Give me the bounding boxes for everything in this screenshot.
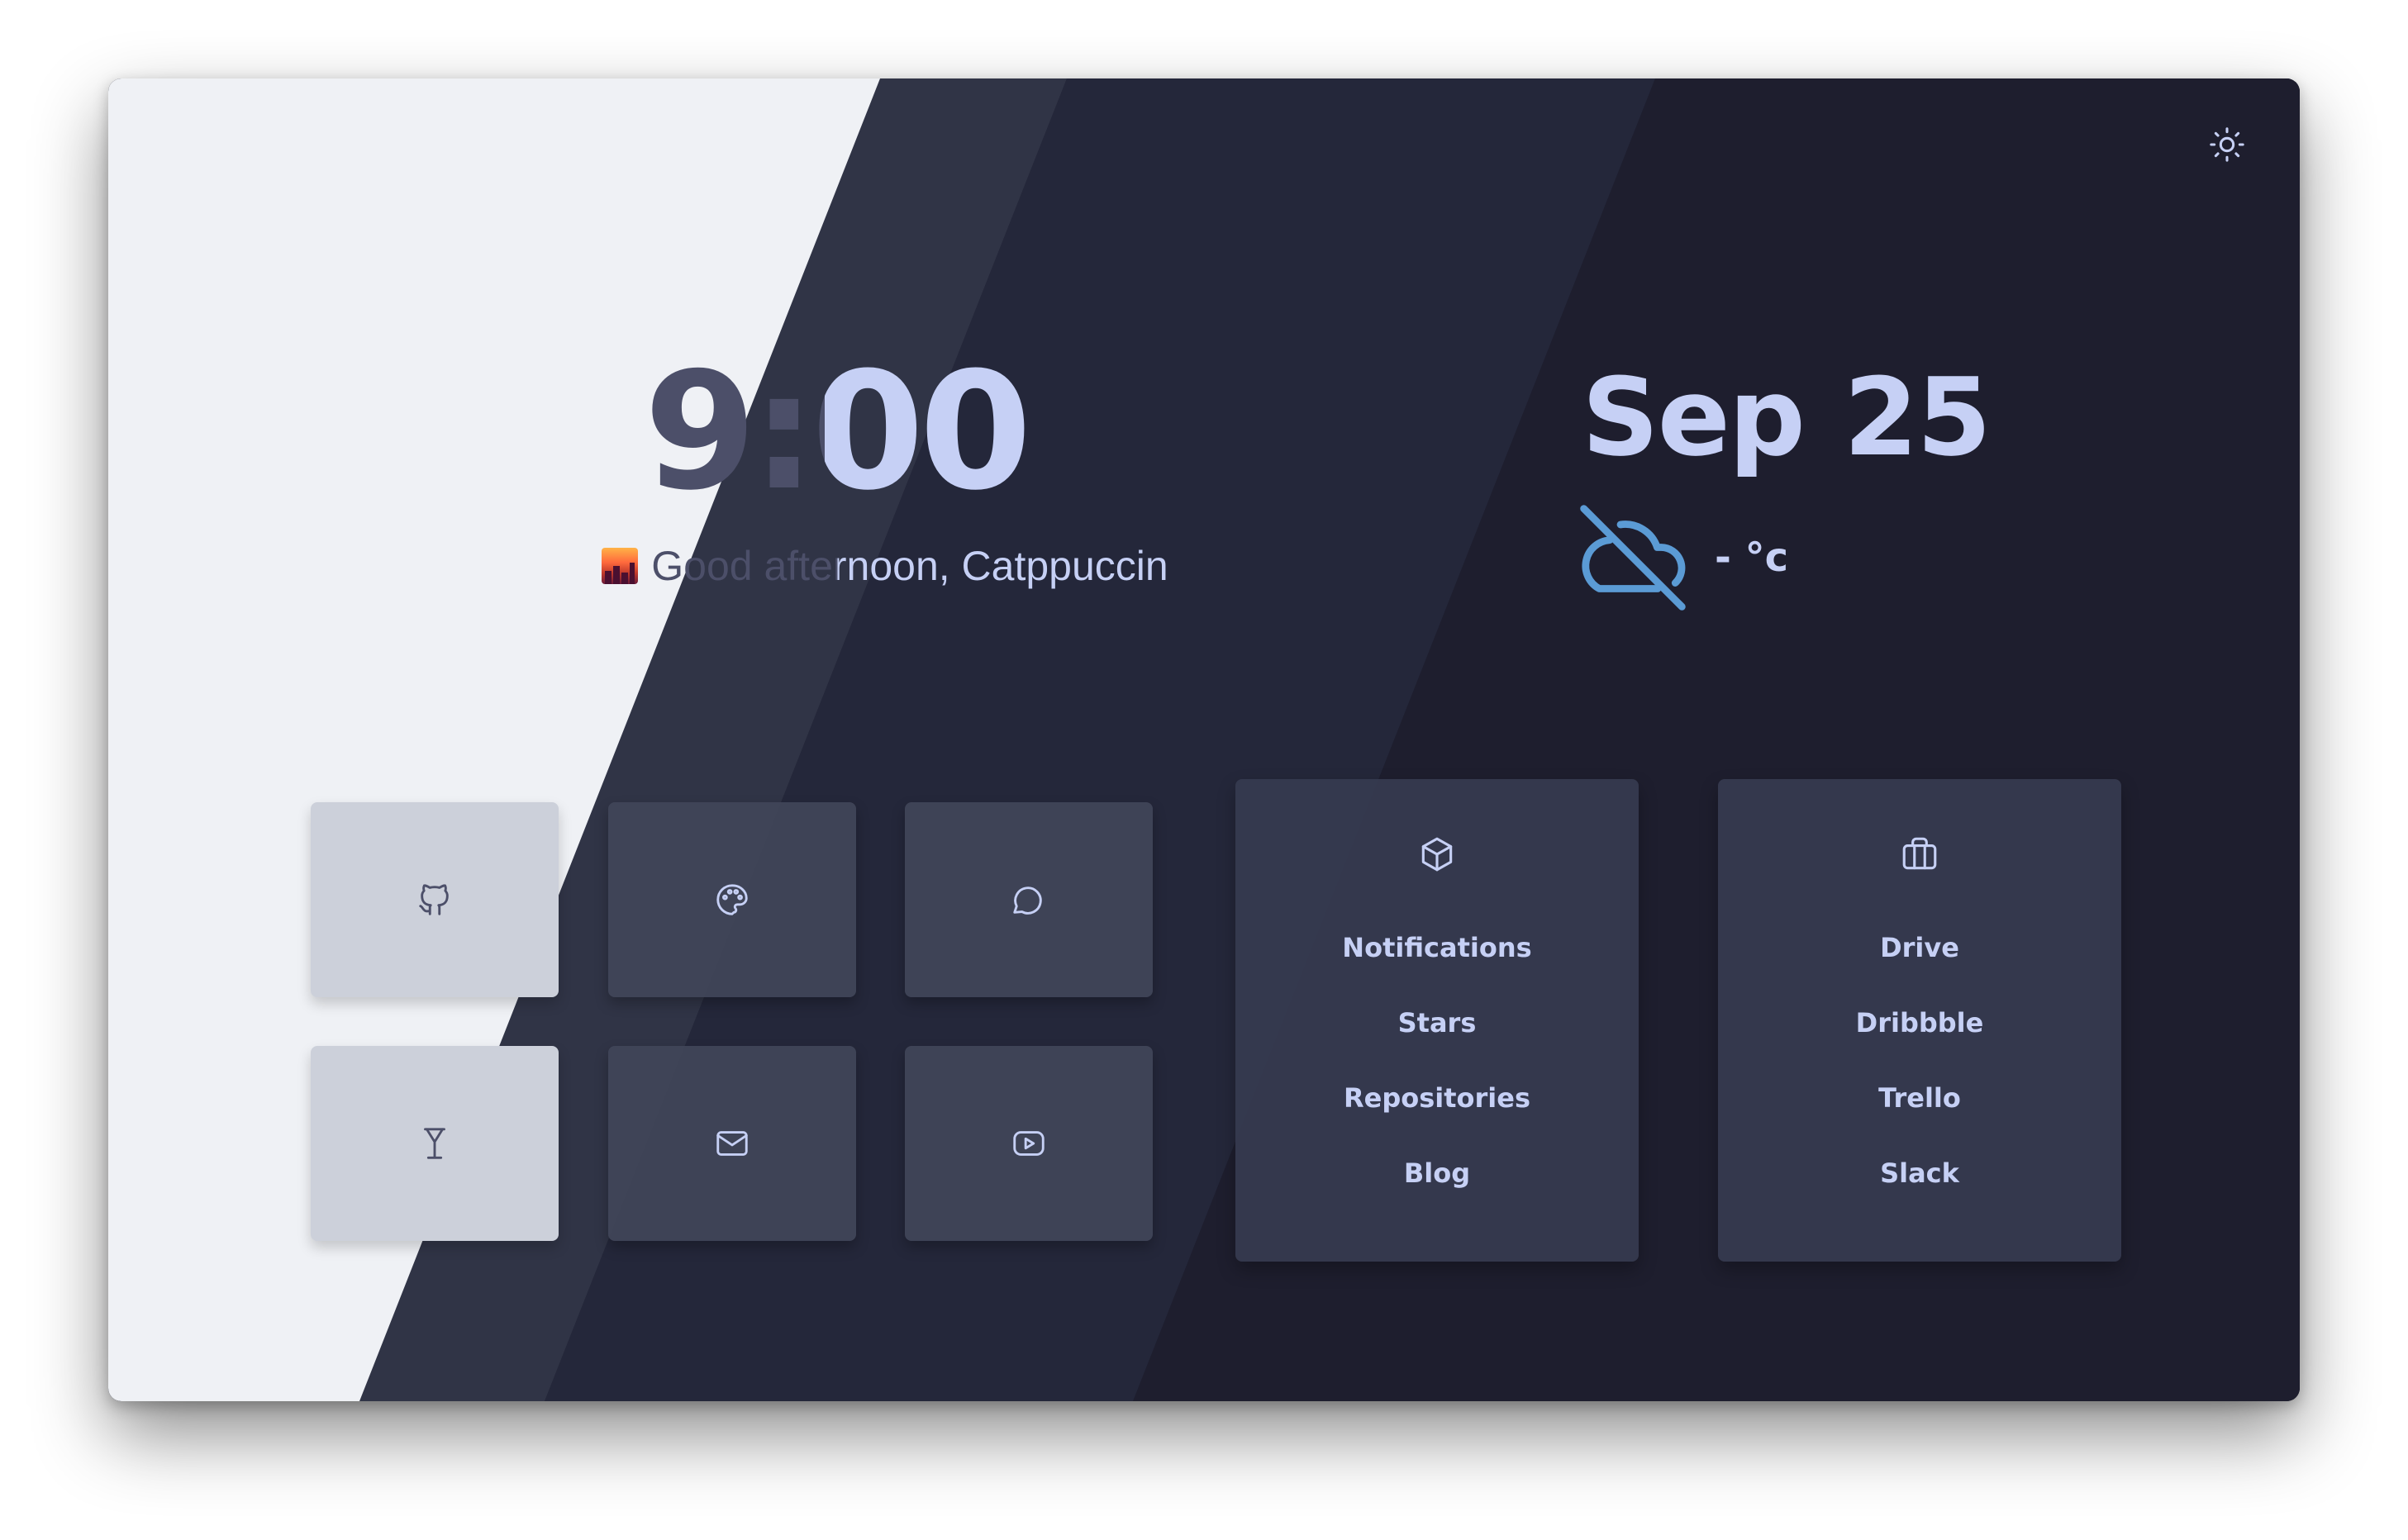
cityscape-at-dusk-icon (602, 548, 639, 584)
link-dribbble[interactable]: Dribbble (1718, 1005, 2121, 1080)
date-month: Sep (1582, 354, 1806, 480)
cloud-off-icon (1580, 505, 1686, 611)
tile-cocktail[interactable] (311, 1046, 559, 1241)
date-day: 25 (1843, 354, 1992, 480)
link-trello[interactable]: Trello (1718, 1080, 2121, 1155)
link-slack[interactable]: Slack (1718, 1155, 2121, 1230)
theme-toggle-button[interactable] (2204, 121, 2250, 168)
link-drive[interactable]: Drive (1718, 929, 2121, 1005)
greeting: Good afternoon, Catppuccin (439, 541, 1331, 591)
date-display: Sep 25 (1348, 364, 2224, 471)
greeting-text: Good afternoon, Catppuccin (651, 543, 1168, 589)
mail-icon (716, 1131, 748, 1156)
link-blog[interactable]: Blog (1235, 1155, 1639, 1230)
link-list: Drive Dribbble Trello Slack (1718, 929, 2121, 1230)
weather-widget: - °c (1571, 496, 1788, 620)
cocktail-icon (424, 1128, 445, 1159)
tile-youtube[interactable] (905, 1046, 1153, 1241)
link-notifications[interactable]: Notifications (1235, 929, 1639, 1005)
link-card-github: Notifications Stars Repositories Blog (1235, 779, 1639, 1262)
box-icon (1421, 837, 1453, 872)
tile-mail[interactable] (608, 1046, 856, 1241)
tile-chat[interactable] (905, 802, 1153, 997)
tile-palette[interactable] (608, 802, 856, 997)
weather-temperature: - °c (1715, 535, 1789, 581)
clock-time: 9:00 (571, 351, 1100, 513)
youtube-icon (1013, 1131, 1045, 1156)
link-list: Notifications Stars Repositories Blog (1235, 929, 1639, 1230)
link-stars[interactable]: Stars (1235, 1005, 1639, 1080)
message-circle-icon (1013, 886, 1042, 915)
link-card-work: Drive Dribbble Trello Slack (1718, 779, 2121, 1262)
sun-icon (2210, 127, 2244, 162)
link-repositories[interactable]: Repositories (1235, 1080, 1639, 1155)
tile-github[interactable] (311, 802, 559, 997)
startpage-window: 9:00 Good afternoon, Catppuccin Sep 25 - … (108, 78, 2300, 1401)
palette-icon (716, 884, 748, 915)
github-icon (419, 884, 449, 915)
briefcase-icon (1902, 837, 1937, 870)
